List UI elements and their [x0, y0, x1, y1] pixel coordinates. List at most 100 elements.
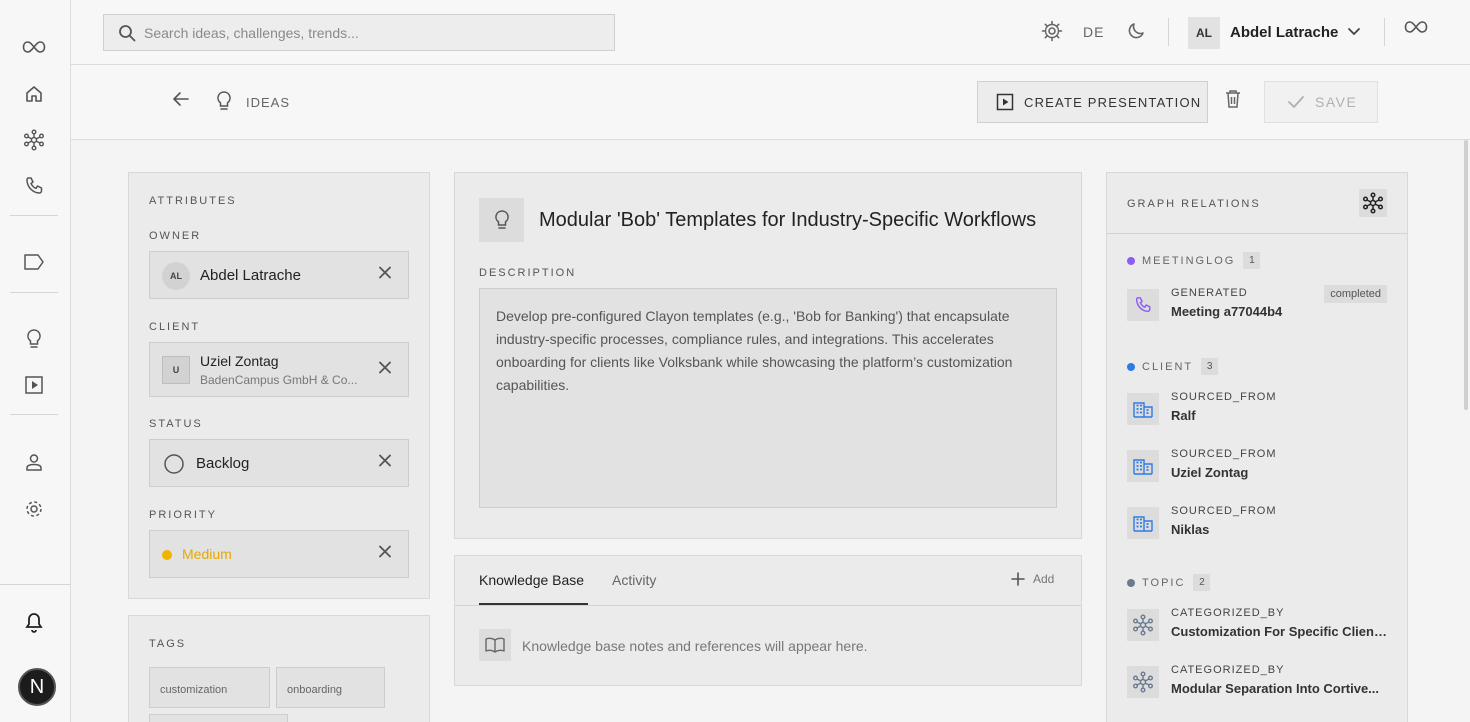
graph-network-icon[interactable] [1359, 189, 1387, 217]
phone-icon[interactable] [22, 174, 46, 198]
create-presentation-button[interactable]: CREATE PRESENTATION [977, 81, 1208, 123]
page-scrollbar[interactable] [1464, 140, 1468, 410]
infinity-logo-icon[interactable] [22, 35, 46, 59]
relation-type: CATEGORIZED_BY [1171, 664, 1285, 676]
relation-item[interactable]: CATEGORIZED_BY Customization For Specifi… [1127, 605, 1387, 645]
chevron-down-icon[interactable] [1347, 24, 1361, 43]
graph-network-icon [1127, 609, 1159, 641]
group-name: CLIENT [1142, 360, 1194, 373]
status-value: Backlog [196, 455, 250, 472]
lightbulb-icon [215, 90, 233, 117]
owner-field[interactable]: AL Abdel Latrache [149, 251, 409, 299]
tag-chip[interactable]: customization [149, 667, 270, 708]
back-arrow-icon[interactable] [171, 89, 191, 114]
relation-item[interactable]: GENERATED Meeting a77044b4 completed [1127, 285, 1387, 325]
relation-item[interactable]: SOURCED_FROM Uziel Zontag [1127, 446, 1387, 486]
relation-type: SOURCED_FROM [1171, 448, 1277, 460]
relation-target: Uziel Zontag [1171, 465, 1249, 480]
group-client: CLIENT 3 [1127, 358, 1219, 375]
next-badge-button[interactable]: N [18, 668, 56, 706]
left-nav-rail: N [0, 0, 71, 722]
avatar: U [162, 356, 190, 384]
graph-header-divider [1107, 233, 1407, 234]
add-label: Add [1033, 572, 1055, 586]
page-header: IDEAS CREATE PRESENTATION SAVE [71, 65, 1470, 140]
knowledge-base-card: Knowledge Base Activity Add Knowledge ba… [454, 555, 1082, 686]
priority-field[interactable]: Medium [149, 530, 409, 578]
idea-title[interactable]: Modular 'Bob' Templates for Industry-Spe… [539, 209, 1036, 232]
topic-dot [1127, 578, 1135, 587]
description-label: DESCRIPTION [479, 267, 577, 279]
presentation-play-icon[interactable] [22, 373, 46, 397]
language-toggle[interactable]: DE [1083, 24, 1104, 40]
graph-network-icon[interactable] [22, 128, 46, 152]
attributes-card: ATTRIBUTES OWNER AL Abdel Latrache CLIEN… [128, 172, 430, 599]
infinity-icon[interactable] [1404, 20, 1428, 39]
breadcrumb[interactable]: IDEAS [246, 95, 290, 110]
search-icon [119, 24, 136, 41]
relation-type: GENERATED [1171, 287, 1248, 299]
close-icon[interactable] [378, 360, 392, 379]
description-textarea[interactable]: Develop pre-configured Clayon templates … [479, 288, 1057, 508]
nav-separator [10, 215, 58, 216]
settings-cog-icon[interactable] [22, 497, 46, 521]
relation-item[interactable]: SOURCED_FROM Ralf [1127, 389, 1387, 429]
label-tag-icon[interactable] [22, 250, 46, 274]
group-count: 1 [1243, 252, 1261, 269]
relation-target: Modular Separation Into Cortive... [1171, 681, 1380, 696]
client-company: BadenCampus GmbH & Co... [200, 373, 358, 387]
presentation-play-icon [996, 93, 1014, 111]
top-bar: DE AL Abdel Latrache [71, 0, 1470, 65]
relation-item[interactable]: SOURCED_FROM Niklas [1127, 503, 1387, 543]
open-book-icon [479, 629, 511, 661]
group-count: 3 [1201, 358, 1219, 375]
building-icon [1127, 393, 1159, 425]
nav-bottom-separator [0, 584, 70, 585]
user-name[interactable]: Abdel Latrache [1230, 24, 1338, 41]
save-button[interactable]: SAVE [1264, 81, 1378, 123]
tag-chip-partial[interactable] [149, 714, 288, 722]
relation-target: Customization For Specific Clients... [1171, 624, 1387, 639]
moon-icon[interactable] [1127, 20, 1147, 45]
lightbulb-icon [479, 198, 524, 242]
close-icon[interactable] [378, 545, 392, 564]
lightbulb-icon[interactable] [22, 327, 46, 351]
relation-target: Niklas [1171, 522, 1210, 537]
tab-knowledge-base[interactable]: Knowledge Base [479, 572, 584, 588]
topbar-separator [1168, 18, 1169, 46]
meetinglog-dot [1127, 256, 1135, 265]
close-icon[interactable] [378, 266, 392, 285]
relation-type: CATEGORIZED_BY [1171, 607, 1285, 619]
relation-target: Ralf [1171, 408, 1196, 423]
client-field[interactable]: U Uziel Zontag BadenCampus GmbH & Co... [149, 342, 409, 397]
client-label: CLIENT [149, 321, 201, 333]
close-icon[interactable] [378, 454, 392, 473]
status-field[interactable]: Backlog [149, 439, 409, 487]
add-button[interactable]: Add [1011, 572, 1054, 586]
bell-icon[interactable] [22, 611, 46, 635]
kb-empty-message: Knowledge base notes and references will… [522, 638, 868, 654]
phone-icon [1127, 289, 1159, 321]
avatar: AL [162, 262, 190, 290]
priority-dot [162, 550, 172, 560]
building-icon [1127, 507, 1159, 539]
group-meetinglog: MEETINGLOG 1 [1127, 252, 1261, 269]
tags-heading: TAGS [149, 638, 187, 650]
building-icon [1127, 450, 1159, 482]
group-topic: TOPIC 2 [1127, 574, 1211, 591]
search-input[interactable] [144, 24, 584, 41]
tab-divider [455, 605, 1081, 606]
user-icon[interactable] [22, 450, 46, 474]
search-box[interactable] [103, 14, 615, 51]
tag-chip[interactable]: onboarding [276, 667, 385, 708]
priority-label: PRIORITY [149, 509, 217, 521]
tab-activity[interactable]: Activity [612, 572, 656, 588]
gear-icon[interactable] [1041, 20, 1063, 47]
graph-relations-card: GRAPH RELATIONS MEETINGLOG 1 GENERATED M… [1106, 172, 1408, 722]
create-presentation-label: CREATE PRESENTATION [1024, 94, 1202, 110]
home-icon[interactable] [22, 82, 46, 106]
trash-icon[interactable] [1224, 89, 1242, 114]
relation-item[interactable]: CATEGORIZED_BY Modular Separation Into C… [1127, 662, 1387, 702]
avatar[interactable]: AL [1188, 17, 1220, 49]
group-name: MEETINGLOG [1142, 254, 1236, 267]
